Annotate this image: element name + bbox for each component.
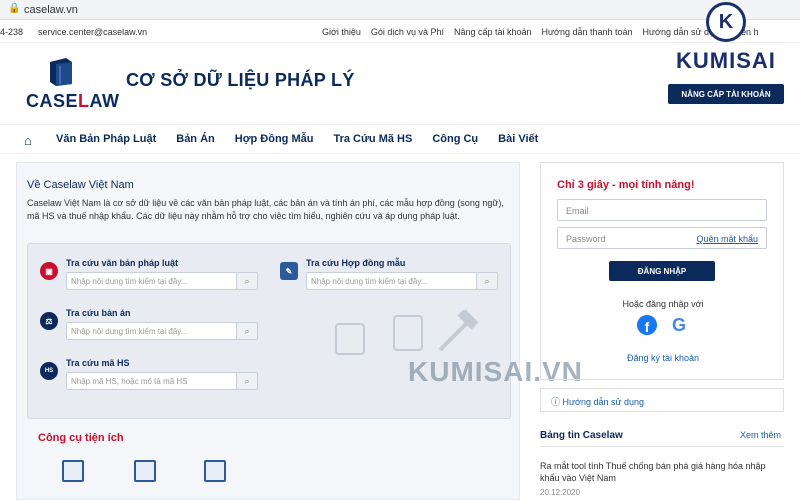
news-divider [540,446,784,447]
top-link-payment-guide[interactable]: Hướng dẫn thanh toán [542,27,633,37]
google-icon[interactable]: G [669,315,689,335]
search-legal-docs-label: Tra cứu văn bản pháp luật [66,258,179,268]
nav-judgments[interactable]: Bản Án [176,133,215,145]
facebook-icon[interactable]: f [637,315,657,335]
password-input[interactable]: Password Quên mật khẩu [557,227,767,249]
browser-url-bar[interactable]: 🔒 caselaw.vn [0,0,800,20]
forgot-password-link[interactable]: Quên mật khẩu [696,234,758,244]
about-panel: Về Caselaw Việt Nam Caselaw Việt Nam là … [16,162,520,500]
info-icon: ⓘ [551,397,563,407]
nav-legal-docs[interactable]: Văn Bản Pháp Luật [56,133,156,145]
usage-guide-link[interactable]: ⓘ Hướng dẫn sử dụng [540,388,784,412]
site-logo[interactable]: CASELAW [26,56,119,112]
search-box: ▣ Tra cứu văn bản pháp luật Nhập nội dun… [27,243,511,419]
search-legal-docs-input[interactable]: Nhập nội dung tìm kiếm tại đây... [66,272,258,290]
about-text: Caselaw Việt Nam là cơ sở dữ liệu về các… [27,198,504,221]
search-judgments-input[interactable]: Nhập nội dung tìm kiếm tại đây... [66,322,258,340]
spreadsheet-tool-icon[interactable] [204,460,226,482]
top-link-about[interactable]: Giới thiệu [322,27,361,37]
search-icon[interactable]: ⌕ [236,373,257,389]
about-title: Về Caselaw Việt Nam [27,179,134,191]
contract-icon: ✎ [280,262,298,280]
search-contracts-label: Tra cứu Hợp đồng mẫu [306,258,406,268]
site-title: CƠ SỞ DỮ LIỆU PHÁP LÝ [126,70,355,90]
tools-title: Công cụ tiện ích [38,432,124,444]
login-button[interactable]: ĐĂNG NHẬP [609,261,715,281]
search-icon[interactable]: ⌕ [236,273,257,289]
watermark-logo-text: KUMISAI [676,48,776,73]
nav-tools[interactable]: Công Cụ [432,133,478,145]
email-text[interactable]: service.center@caselaw.vn [38,27,147,37]
nav-hs-code[interactable]: Tra Cứu Mã HS [333,133,412,145]
nav-articles[interactable]: Bài Viết [498,133,538,145]
top-info-bar: 4-238 service.center@caselaw.vn Giới thi… [0,21,800,43]
gavel-icon: ⚖ [40,312,58,330]
search-icon[interactable]: ⌕ [236,323,257,339]
search-hs-code-label: Tra cứu mã HS [66,358,130,368]
calendar-tool-icon[interactable] [134,460,156,482]
calculator-tool-icon[interactable] [62,460,84,482]
search-judgments-label: Tra cứu bản án [66,308,131,318]
search-icon[interactable]: ⌕ [476,273,497,289]
hs-code-icon: HS [40,362,58,380]
watermark-k-icon: K [706,2,746,42]
search-hs-code-input[interactable]: Nhập mã HS, hoặc mô tả mã HS [66,372,258,390]
legal-doc-icon: ▣ [40,262,58,280]
or-login-with: Hoặc đăng nhập với [622,299,704,309]
email-input[interactable]: Email [557,199,767,221]
home-icon[interactable]: ⌂ [24,133,32,148]
password-placeholder: Password [566,234,606,244]
upgrade-account-button[interactable]: NÂNG CẤP TÀI KHOẢN [668,84,784,104]
logo-text: CASELAW [26,91,120,111]
search-contracts-input[interactable]: Nhập nội dung tìm kiếm tại đây... [306,272,498,290]
url-text[interactable]: caselaw.vn [24,4,78,16]
usage-guide-label: Hướng dẫn sử dụng [562,397,645,407]
lock-icon: 🔒 [8,3,21,14]
main-nav: ⌂ Văn Bản Pháp Luật Bản Án Hợp Đồng Mẫu … [0,124,800,154]
news-date: 20.12.2020 [540,488,581,497]
news-title: Bảng tin Caselaw [540,430,623,441]
phone-text: 4-238 [0,27,24,37]
login-panel: Chỉ 3 giây - mọi tính năng! Email Passwo… [540,162,784,380]
login-title: Chỉ 3 giây - mọi tính năng! [557,179,695,191]
register-link[interactable]: Đăng ký tài khoản [541,353,785,363]
nav-contracts[interactable]: Hợp Đồng Mẫu [235,133,314,145]
top-link-upgrade[interactable]: Nâng cấp tài khoản [454,27,532,37]
book-icon [50,58,72,86]
news-more-link[interactable]: Xem thêm [740,430,781,440]
top-link-plans[interactable]: Gói dịch vụ và Phí [371,27,444,37]
news-item[interactable]: Ra mắt tool tính Thuế chống bán phá giá … [540,460,776,484]
